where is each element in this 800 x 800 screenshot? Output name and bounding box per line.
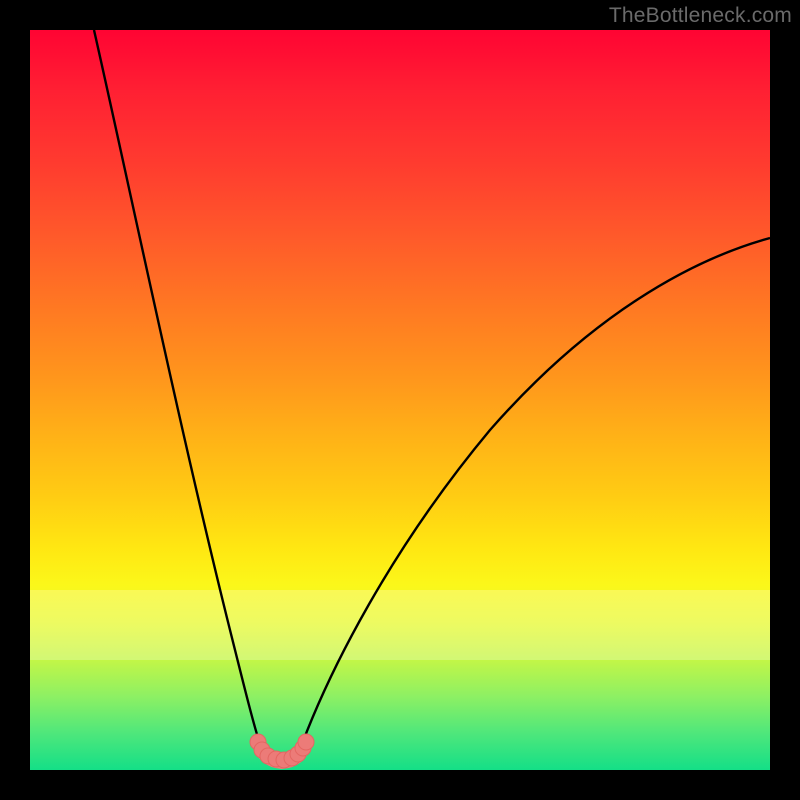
frame: TheBottleneck.com bbox=[0, 0, 800, 800]
curve-layer bbox=[30, 30, 770, 770]
curve-left bbox=[94, 30, 260, 744]
plot-area bbox=[30, 30, 770, 770]
source-label: TheBottleneck.com bbox=[609, 4, 792, 28]
marker-group bbox=[250, 734, 314, 768]
curve-right bbox=[302, 238, 770, 744]
marker-dot bbox=[298, 734, 314, 750]
